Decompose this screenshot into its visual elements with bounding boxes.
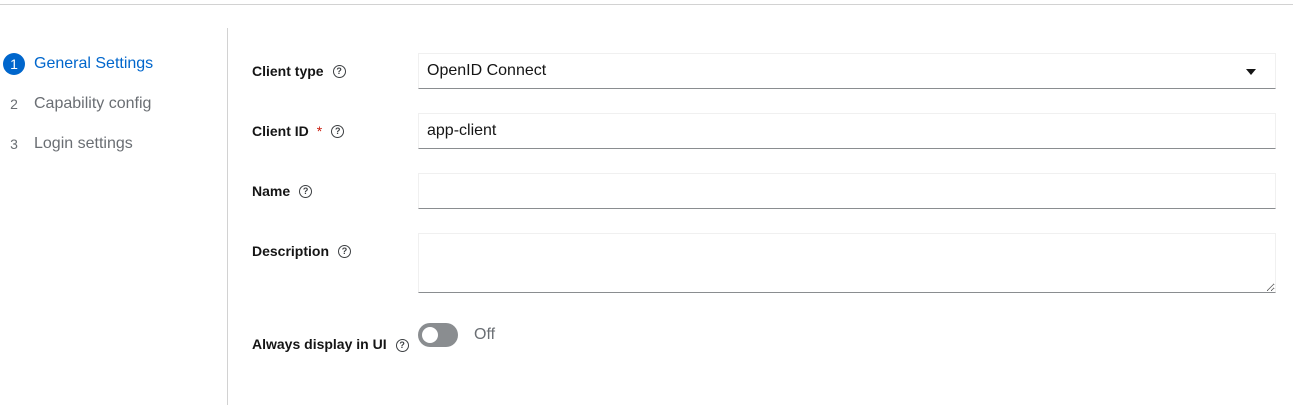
step-number: 3 [10,136,18,152]
wizard-step-general-settings[interactable]: 1 General Settings [0,52,226,76]
header-divider [0,0,1293,5]
client-type-select[interactable]: OpenID Connect [418,53,1276,89]
caret-down-icon [1246,69,1256,75]
client-id-input[interactable] [418,113,1276,149]
name-row: Name ? [252,173,1276,209]
help-circle-icon[interactable]: ? [338,244,352,258]
step-label: Login settings [34,135,133,152]
wizard-step-capability-config[interactable]: 2 Capability config [0,92,226,116]
nav-divider [227,28,228,405]
client-id-row: Client ID * ? [252,113,1276,149]
wizard-step-login-settings[interactable]: 3 Login settings [0,132,226,156]
help-circle-icon[interactable]: ? [332,64,346,78]
wizard-steps-nav: 1 General Settings 2 Capability config 3… [0,52,226,172]
name-label: Name [252,183,291,199]
client-type-label: Client type [252,63,324,79]
toggle-state-text: Off [474,326,496,343]
name-input[interactable] [418,173,1276,209]
client-id-label-group: Client ID * ? [252,113,418,149]
client-type-row: Client type ? OpenID Connect [252,53,1276,89]
description-textarea[interactable] [418,233,1276,293]
toggle-knob [422,327,438,343]
always-display-toggle[interactable] [418,323,458,347]
description-row: Description ? [252,233,1276,298]
client-type-selected-value: OpenID Connect [427,62,547,79]
required-indicator: * [316,123,323,139]
always-display-control: Off [418,318,1276,352]
help-circle-icon[interactable]: ? [331,124,345,138]
always-display-label-group: Always display in UI ? [252,318,418,352]
always-display-row: Always display in UI ? Off [252,318,1276,352]
help-circle-icon[interactable]: ? [395,339,409,352]
always-display-label: Always display in UI [252,336,387,352]
description-label: Description [252,243,330,259]
description-label-group: Description ? [252,233,418,269]
client-id-label: Client ID [252,123,309,139]
step-number: 2 [10,96,18,112]
help-circle-icon[interactable]: ? [299,184,313,198]
step-label: General Settings [34,55,154,72]
name-label-group: Name ? [252,173,418,209]
step-number: 1 [3,53,25,75]
client-type-label-group: Client type ? [252,53,418,89]
step-label: Capability config [34,95,152,112]
